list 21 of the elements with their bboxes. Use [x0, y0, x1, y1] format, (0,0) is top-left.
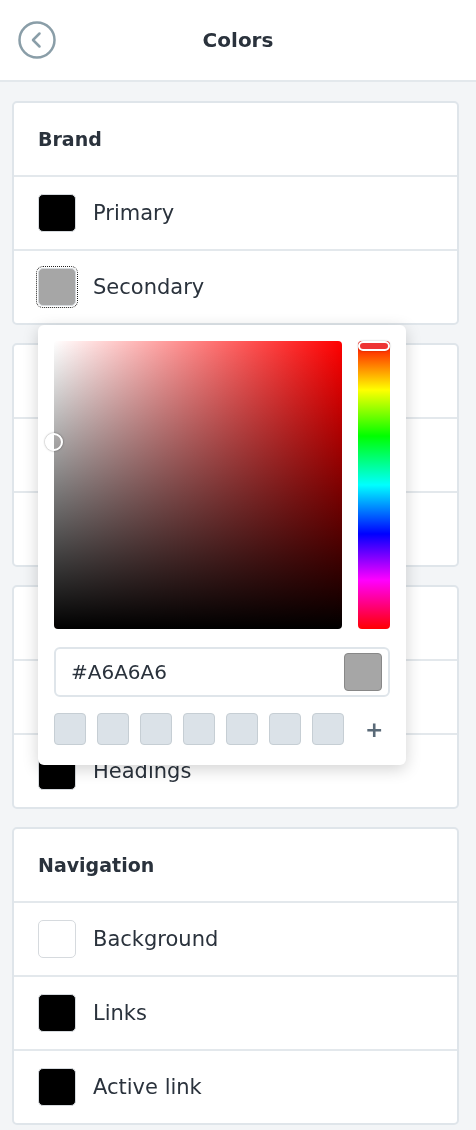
color-swatch[interactable]	[38, 994, 76, 1032]
section-title: Navigation	[38, 854, 155, 876]
color-label: Links	[93, 1001, 147, 1025]
color-label: Primary	[93, 201, 175, 225]
hue-slider[interactable]	[358, 341, 390, 629]
page-title: Colors	[202, 28, 274, 52]
color-swatch[interactable]	[38, 920, 76, 958]
saturation-area[interactable]	[54, 341, 342, 629]
color-label: Headings	[93, 759, 192, 783]
color-swatch[interactable]	[38, 268, 76, 306]
picker-handle[interactable]	[45, 432, 63, 451]
back-button[interactable]	[17, 20, 57, 60]
color-label: Active link	[93, 1075, 202, 1099]
color-label: Secondary	[93, 275, 205, 299]
color-swatch[interactable]	[38, 1068, 76, 1106]
hex-input-field[interactable]: #A6A6A6	[54, 647, 390, 697]
hue-handle[interactable]	[358, 341, 390, 351]
section-title: Brand	[38, 128, 102, 150]
add-preset-button[interactable]: +	[361, 716, 388, 742]
color-label: Background	[93, 927, 219, 951]
color-swatch[interactable]	[38, 194, 76, 232]
